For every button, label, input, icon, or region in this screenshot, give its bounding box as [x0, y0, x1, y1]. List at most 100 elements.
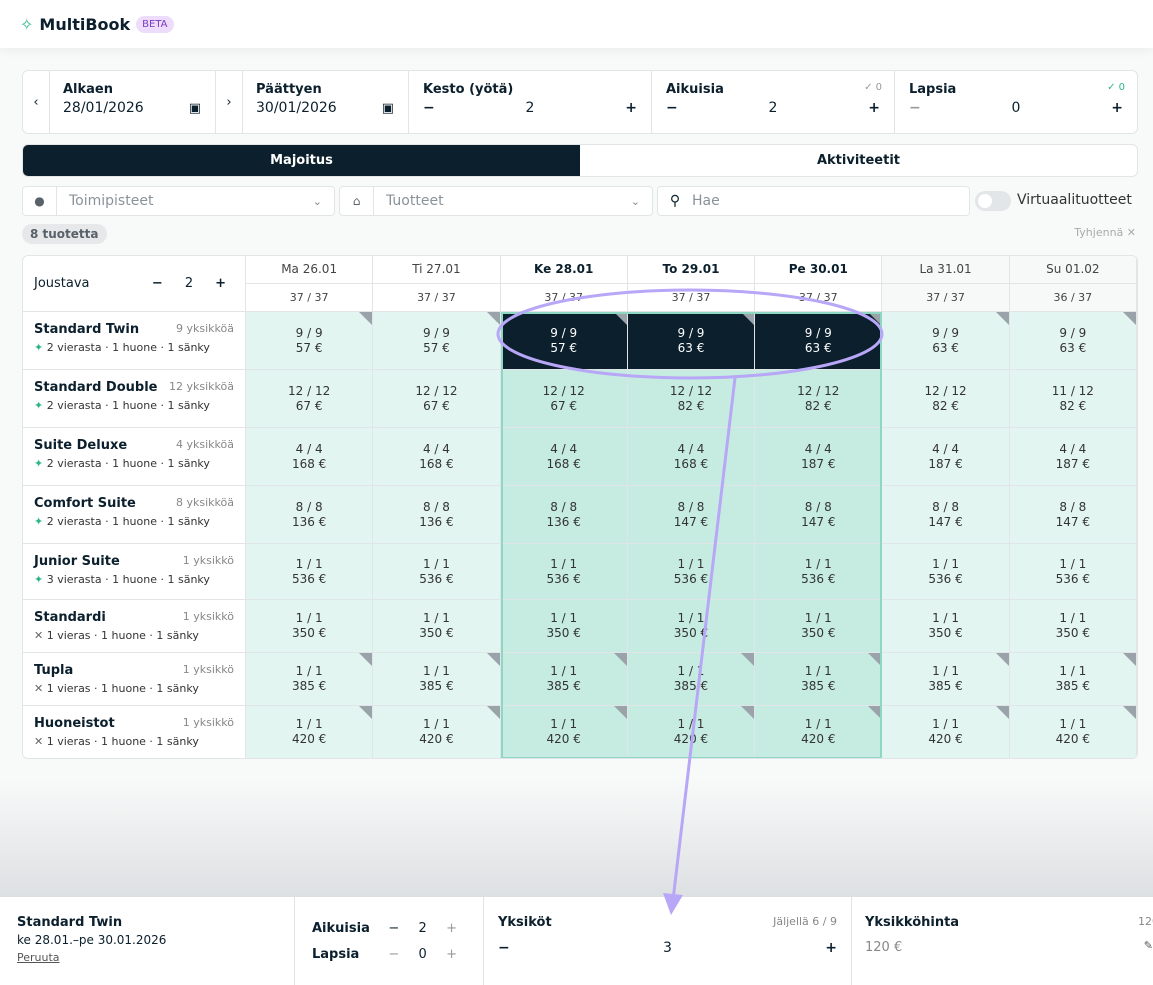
availability-cell[interactable]: 12 / 12 67 € [246, 370, 374, 428]
tab-majoitus[interactable]: Majoitus [23, 145, 580, 176]
availability-cell[interactable]: 4 / 4 187 € [755, 428, 883, 486]
availability-cell[interactable]: 1 / 1 350 € [1009, 600, 1137, 653]
availability-cell[interactable]: 8 / 8 136 € [246, 486, 374, 544]
availability-cell[interactable]: 9 / 9 63 € [882, 312, 1010, 370]
beta-badge: BETA [136, 15, 174, 33]
products-select[interactable]: ⌂ Tuotteet ⌄ [339, 186, 653, 216]
availability-cell[interactable]: 4 / 4 168 € [246, 428, 374, 486]
availability-cell[interactable]: 12 / 12 82 € [755, 370, 883, 428]
prev-date-button[interactable]: ‹ [23, 71, 50, 133]
availability-cell[interactable]: 4 / 4 168 € [627, 428, 756, 486]
availability-cell[interactable]: 1 / 1 385 € [882, 653, 1010, 706]
clear-button[interactable]: Tyhjennä ✕ [1074, 226, 1136, 239]
end-date-value[interactable]: 30/01/2026 [256, 100, 337, 116]
flex-value: 2 [184, 276, 194, 291]
next-date-button[interactable]: › [216, 71, 243, 133]
minus-button[interactable]: − [152, 276, 163, 291]
availability-cell[interactable]: 9 / 9 57 € [500, 312, 628, 370]
price-value[interactable]: 120 € [865, 940, 1140, 955]
availability-cell[interactable]: 1 / 1 536 € [755, 544, 883, 600]
plus-button[interactable]: + [825, 940, 837, 956]
minus-button[interactable]: − [379, 921, 408, 936]
availability-cell[interactable]: 12 / 12 67 € [500, 370, 628, 428]
plus-button[interactable]: + [437, 947, 466, 962]
availability-cell[interactable]: 1 / 1 385 € [246, 653, 374, 706]
availability-cell[interactable]: 1 / 1 385 € [755, 653, 883, 706]
product-row-label[interactable]: Junior Suite 1 yksikkö ✦ 3 vierasta · 1 hu… [23, 544, 246, 600]
minus-button[interactable]: − [666, 100, 678, 116]
availability-cell[interactable]: 1 / 1 350 € [627, 600, 756, 653]
availability-cell[interactable]: 1 / 1 350 € [246, 600, 374, 653]
plus-button[interactable]: + [1111, 100, 1123, 116]
availability-cell[interactable]: 1 / 1 420 € [500, 706, 628, 758]
availability-cell[interactable]: 1 / 1 420 € [1009, 706, 1137, 758]
availability-cell[interactable]: 8 / 8 147 € [1009, 486, 1137, 544]
availability-cell[interactable]: 1 / 1 536 € [882, 544, 1010, 600]
availability-cell[interactable]: 4 / 4 187 € [1009, 428, 1137, 486]
availability-cell[interactable]: 1 / 1 385 € [373, 653, 501, 706]
availability-cell[interactable]: 8 / 8 147 € [755, 486, 883, 544]
availability-cell[interactable]: 9 / 9 63 € [627, 312, 756, 370]
availability-cell[interactable]: 1 / 1 536 € [246, 544, 374, 600]
availability-cell[interactable]: 1 / 1 420 € [882, 706, 1010, 758]
start-date-field[interactable]: Alkaen 28/01/2026 ▣ [50, 71, 216, 133]
cell-units: 8 / 8 [677, 499, 705, 514]
locations-select[interactable]: ● Toimipisteet ⌄ [22, 186, 335, 216]
availability-cell[interactable]: 9 / 9 63 € [1009, 312, 1137, 370]
availability-cell[interactable]: 1 / 1 420 € [246, 706, 374, 758]
availability-cell[interactable]: 9 / 9 57 € [246, 312, 374, 370]
end-date-field[interactable]: Päättyen 30/01/2026 ▣ [243, 71, 409, 133]
availability-cell[interactable]: 4 / 4 168 € [500, 428, 628, 486]
availability-cell[interactable]: 9 / 9 63 € [755, 312, 883, 370]
availability-cell[interactable]: 1 / 1 350 € [373, 600, 501, 653]
availability-cell[interactable]: 8 / 8 147 € [882, 486, 1010, 544]
availability-cell[interactable]: 11 / 12 82 € [1009, 370, 1137, 428]
availability-cell[interactable]: 4 / 4 187 € [882, 428, 1010, 486]
minus-button[interactable]: − [379, 947, 408, 962]
minus-button[interactable]: − [909, 100, 921, 116]
availability-cell[interactable]: 8 / 8 136 € [373, 486, 501, 544]
availability-cell[interactable]: 1 / 1 350 € [500, 600, 628, 653]
minus-button[interactable]: − [498, 940, 510, 956]
plus-button[interactable]: + [868, 100, 880, 116]
availability-cell[interactable]: 1 / 1 385 € [1009, 653, 1137, 706]
plus-button[interactable]: + [437, 921, 466, 936]
product-row-label[interactable]: Standard Twin 9 yksikköä ✦ 2 vierasta · 1 … [23, 312, 246, 370]
calendar-icon[interactable]: ▣ [382, 101, 394, 116]
availability-cell[interactable]: 1 / 1 385 € [627, 653, 756, 706]
edit-pencil-icon[interactable]: ✎ [1144, 939, 1153, 952]
start-date-value[interactable]: 28/01/2026 [63, 100, 144, 116]
minus-button[interactable]: − [423, 100, 435, 116]
availability-cell[interactable]: 1 / 1 350 € [882, 600, 1010, 653]
availability-cell[interactable]: 1 / 1 536 € [373, 544, 501, 600]
plus-button[interactable]: + [625, 100, 637, 116]
product-row-label[interactable]: Comfort Suite 8 yksikköä ✦ 2 vierasta · 1 … [23, 486, 246, 544]
product-row-label[interactable]: Suite Deluxe 4 yksikköä ✦ 2 vierasta · 1 h… [23, 428, 246, 486]
availability-cell[interactable]: 1 / 1 536 € [1009, 544, 1137, 600]
availability-cell[interactable]: 1 / 1 420 € [373, 706, 501, 758]
adults-label: Aikuisia [312, 920, 370, 936]
availability-cell[interactable]: 1 / 1 420 € [755, 706, 883, 758]
product-row-label[interactable]: Standardi 1 yksikkö ✕ 1 vieras · 1 huone ·… [23, 600, 246, 653]
virtual-products-toggle[interactable] [975, 191, 1011, 211]
product-row-label[interactable]: Standard Double 12 yksikköä ✦ 2 vierasta ·… [23, 370, 246, 428]
calendar-icon[interactable]: ▣ [189, 101, 201, 116]
availability-cell[interactable]: 9 / 9 57 € [373, 312, 501, 370]
availability-cell[interactable]: 1 / 1 420 € [627, 706, 756, 758]
availability-cell[interactable]: 8 / 8 136 € [500, 486, 628, 544]
availability-cell[interactable]: 8 / 8 147 € [627, 486, 756, 544]
search-input[interactable]: ⚲ Hae [657, 186, 970, 216]
product-row-label[interactable]: Tupla 1 yksikkö ✕ 1 vieras · 1 huone · 1 s… [23, 653, 246, 706]
product-row-label[interactable]: Huoneistot 1 yksikkö ✕ 1 vieras · 1 huone … [23, 706, 246, 758]
availability-cell[interactable]: 12 / 12 67 € [373, 370, 501, 428]
plus-button[interactable]: + [215, 276, 226, 291]
availability-cell[interactable]: 1 / 1 536 € [627, 544, 756, 600]
cancel-link[interactable]: Peruuta [17, 951, 277, 964]
availability-cell[interactable]: 12 / 12 82 € [882, 370, 1010, 428]
availability-cell[interactable]: 1 / 1 350 € [755, 600, 883, 653]
availability-cell[interactable]: 1 / 1 385 € [500, 653, 628, 706]
availability-cell[interactable]: 1 / 1 536 € [500, 544, 628, 600]
tab-aktiviteetit[interactable]: Aktiviteetit [580, 145, 1137, 176]
availability-cell[interactable]: 4 / 4 168 € [373, 428, 501, 486]
availability-cell[interactable]: 12 / 12 82 € [627, 370, 756, 428]
